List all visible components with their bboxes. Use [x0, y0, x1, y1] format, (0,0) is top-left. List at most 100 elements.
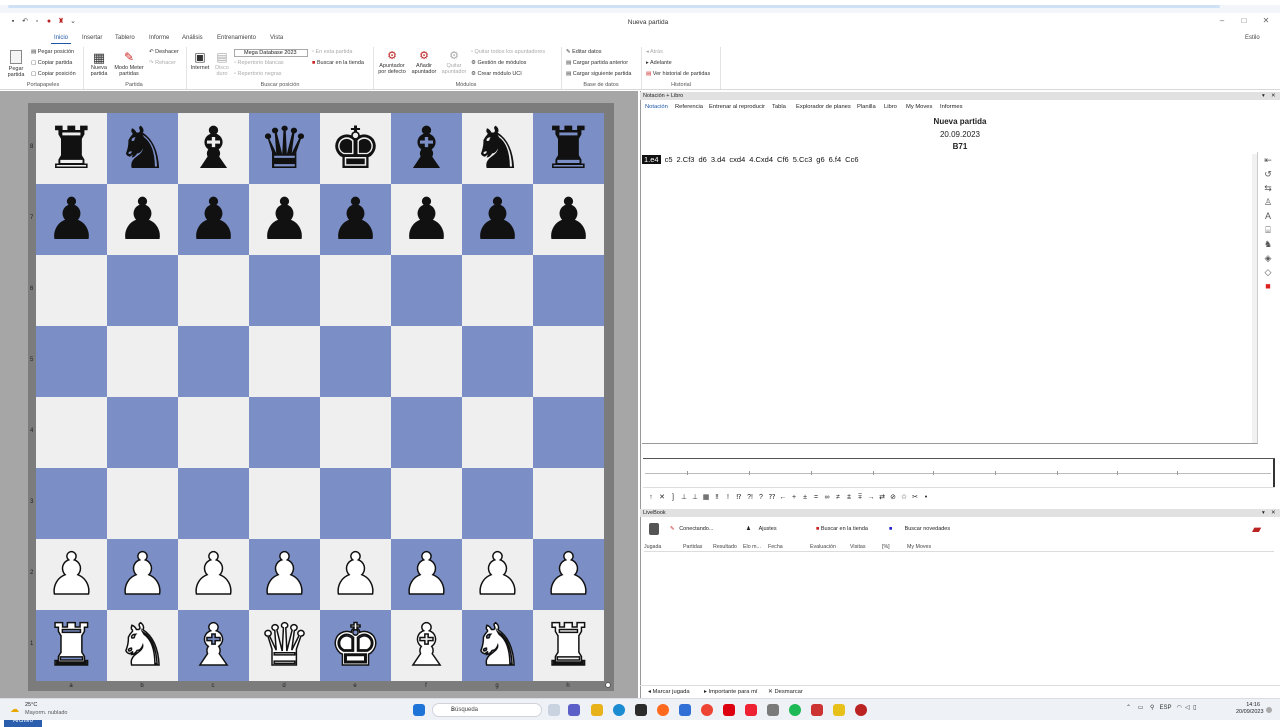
livebook-column-header[interactable]: Fecha	[768, 544, 783, 550]
move[interactable]: 4.Cxd4	[749, 155, 773, 164]
panel-close-icon[interactable]: ✕	[1271, 92, 1276, 100]
repertoire-white-button[interactable]: ▫ Repertorio blancas	[234, 60, 284, 66]
square-c5[interactable]	[178, 326, 249, 397]
move[interactable]: cxd4	[729, 155, 745, 164]
undo-icon[interactable]: ↶	[21, 18, 29, 26]
move[interactable]: g6	[816, 155, 824, 164]
style-menu[interactable]: Estilo	[1242, 33, 1263, 44]
black-piece[interactable]: ♟	[543, 184, 595, 255]
square-g5[interactable]	[462, 326, 533, 397]
edit-data-button[interactable]: ✎ Editar datos	[566, 49, 602, 55]
square-f6[interactable]	[391, 255, 462, 326]
minimize-button[interactable]: –	[1212, 16, 1232, 28]
wifi-icon[interactable]: ◠	[1177, 705, 1182, 711]
black-piece[interactable]: ♚	[330, 113, 382, 184]
evaluation-graph[interactable]	[643, 458, 1275, 488]
annotation-button[interactable]: ⁉	[734, 493, 744, 501]
tab-informe[interactable]: Informe	[146, 33, 172, 44]
black-piece[interactable]: ♟	[330, 184, 382, 255]
white-piece[interactable]: ♜	[542, 610, 596, 681]
square-c3[interactable]	[178, 468, 249, 539]
square-a2[interactable]: ♟	[36, 539, 107, 610]
panel-close-icon[interactable]: ✕	[1271, 509, 1276, 517]
square-e5[interactable]	[320, 326, 391, 397]
close-button[interactable]: ✕	[1256, 16, 1276, 28]
square-g1[interactable]: ♞	[462, 610, 533, 681]
forward-button[interactable]: ▸ Adelante	[646, 60, 672, 66]
tab-tablero[interactable]: Tablero	[112, 33, 138, 44]
annotation-button[interactable]: ✂	[910, 493, 920, 501]
clock[interactable]: 14:16 20/09/2023	[1236, 702, 1264, 716]
white-piece[interactable]: ♛	[258, 610, 312, 681]
white-piece[interactable]: ♟	[116, 539, 170, 610]
livebook-column-header[interactable]: My Moves	[907, 544, 931, 550]
square-h2[interactable]: ♟	[533, 539, 604, 610]
square-g3[interactable]	[462, 468, 533, 539]
medal-icon[interactable]: ◈	[1262, 252, 1274, 264]
square-a6[interactable]	[36, 255, 107, 326]
save-icon[interactable]: ▪	[9, 18, 17, 26]
square-g7[interactable]: ♟	[462, 184, 533, 255]
internet-button[interactable]: ▣ Internet	[190, 49, 210, 71]
white-piece[interactable]: ♟	[329, 539, 383, 610]
square-e4[interactable]	[320, 397, 391, 468]
annotation-button[interactable]: ⊥	[679, 493, 689, 501]
square-b4[interactable]	[107, 397, 178, 468]
in-this-game-button[interactable]: ▫ En esta partida	[312, 49, 352, 55]
unmark-button[interactable]: ✕ Desmarcar	[768, 689, 803, 695]
square-b5[interactable]	[107, 326, 178, 397]
annotation-button[interactable]: ?!	[745, 494, 755, 501]
annotation-button[interactable]: ↑	[646, 494, 656, 501]
subtab-4[interactable]: Explorador de planes	[796, 104, 851, 110]
square-c2[interactable]: ♟	[178, 539, 249, 610]
tab-vista[interactable]: Vista	[267, 33, 286, 44]
annotation-button[interactable]: ⩱	[855, 494, 865, 502]
white-piece[interactable]: ♟	[400, 539, 454, 610]
system-tray[interactable]: ⌃ ▭ ⚲ ESP ◠ ◁ ▯	[1126, 704, 1196, 711]
undo-button[interactable]: ↶ Deshacer	[149, 49, 179, 55]
mark-move-button[interactable]: ◂ Marcar jugada	[648, 689, 690, 695]
important-button[interactable]: ▸ Importante para mí	[704, 689, 758, 695]
subtab-1[interactable]: Referencia	[675, 104, 703, 110]
annotation-button[interactable]: ⊘	[888, 493, 898, 501]
square-h3[interactable]	[533, 468, 604, 539]
square-d3[interactable]	[249, 468, 320, 539]
square-b7[interactable]: ♟	[107, 184, 178, 255]
new-game-button[interactable]: ▦ Nueva partida	[88, 50, 110, 77]
square-f1[interactable]: ♝	[391, 610, 462, 681]
microphone-icon[interactable]: ⚲	[1150, 705, 1154, 711]
knight-icon[interactable]: ♞	[1262, 238, 1274, 250]
square-e1[interactable]: ♚	[320, 610, 391, 681]
black-piece[interactable]: ♛	[259, 113, 311, 184]
square-g2[interactable]: ♟	[462, 539, 533, 610]
panel-menu-icon[interactable]: ▾	[1262, 509, 1265, 517]
copy-game-button[interactable]: ▢ Copiar partida	[31, 60, 72, 66]
edge-icon[interactable]	[613, 704, 625, 716]
square-g6[interactable]	[462, 255, 533, 326]
battery-icon[interactable]: ▯	[1193, 705, 1196, 711]
move[interactable]: d6	[698, 155, 706, 164]
white-piece[interactable]: ♝	[400, 610, 454, 681]
white-piece[interactable]: ♞	[116, 610, 170, 681]
tab-entrenamiento[interactable]: Entrenamiento	[214, 33, 259, 44]
opera-icon[interactable]	[723, 704, 735, 716]
white-piece[interactable]: ♟	[542, 539, 596, 610]
annotation-button[interactable]: ∞	[822, 494, 832, 501]
task-view-icon[interactable]	[548, 704, 560, 716]
black-piece[interactable]: ♟	[401, 184, 453, 255]
tree-icon[interactable]: ⌸	[1262, 224, 1274, 236]
image-app-icon[interactable]	[767, 704, 779, 716]
move[interactable]: 2.Cf3	[677, 155, 695, 164]
network-icon[interactable]: ▭	[1138, 705, 1144, 711]
white-piece[interactable]: ♞	[471, 610, 525, 681]
search-novelties-button[interactable]: ■ Buscar novedades	[889, 523, 950, 535]
shield-app-icon[interactable]	[679, 704, 691, 716]
square-a3[interactable]	[36, 468, 107, 539]
subtab-0[interactable]: Notación	[645, 104, 668, 110]
annotation-button[interactable]: ]	[668, 494, 678, 501]
black-piece[interactable]: ♟	[117, 184, 169, 255]
livebook-column-header[interactable]: Visitas	[850, 544, 866, 550]
square-h8[interactable]: ♜	[533, 113, 604, 184]
variation-icon[interactable]: ⇆	[1262, 182, 1274, 194]
subtab-2[interactable]: Entrenar al reproducir	[709, 104, 765, 110]
